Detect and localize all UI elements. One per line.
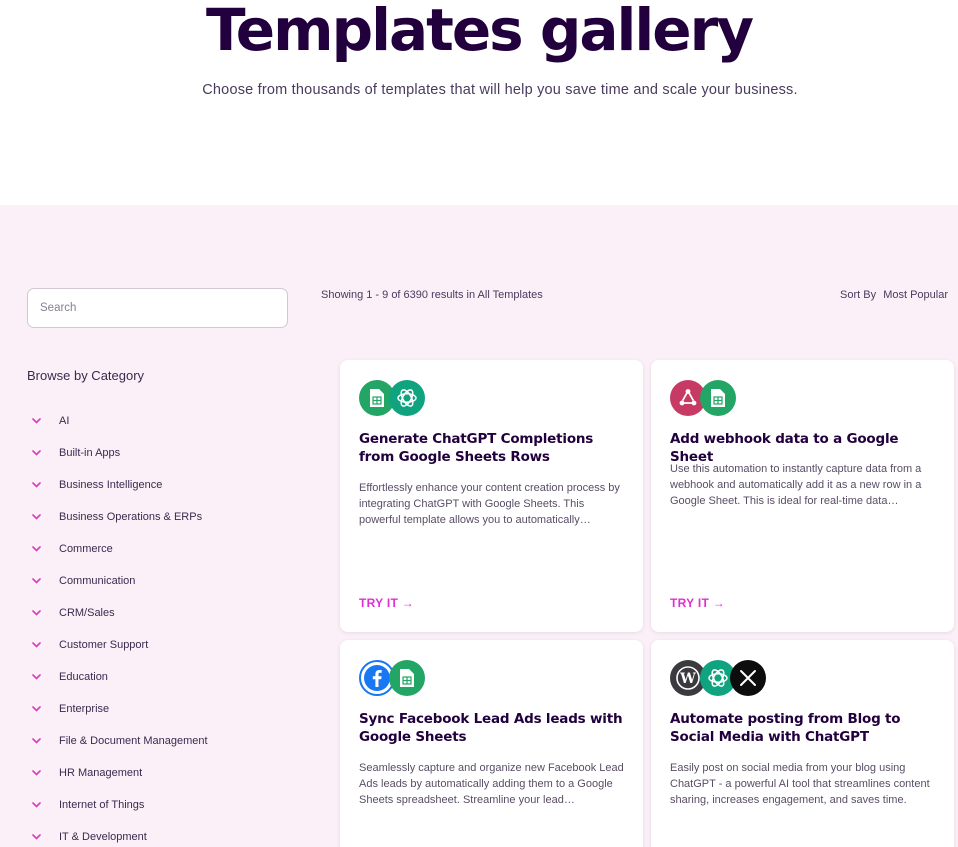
template-card[interactable]: W Automate posting from Blog to Social M…: [651, 640, 954, 847]
category-item-enterprise[interactable]: Enterprise: [27, 693, 208, 725]
category-label: CRM/Sales: [59, 607, 115, 619]
template-card[interactable]: Generate ChatGPT Completions from Google…: [340, 360, 643, 632]
template-card[interactable]: Sync Facebook Lead Ads leads with Google…: [340, 640, 643, 847]
card-title: Sync Facebook Lead Ads leads with Google…: [359, 711, 623, 745]
chevron-down-icon: [27, 674, 59, 680]
chevron-down-icon: [27, 706, 59, 712]
chevron-down-icon: [27, 802, 59, 808]
category-item-business-intelligence[interactable]: Business Intelligence: [27, 469, 208, 501]
svg-text:W: W: [679, 671, 696, 687]
category-item-education[interactable]: Education: [27, 661, 208, 693]
chevron-down-icon: [27, 610, 59, 616]
chevron-down-icon: [27, 578, 59, 584]
category-item-built-in-apps[interactable]: Built-in Apps: [27, 437, 208, 469]
category-label: Commerce: [59, 543, 113, 555]
results-count: Showing 1 - 9 of 6390 results in All Tem…: [321, 289, 543, 301]
category-label: HR Management: [59, 767, 143, 779]
page-subtitle: Choose from thousands of templates that …: [202, 82, 798, 98]
category-item-it-development[interactable]: IT & Development: [27, 821, 208, 847]
card-title: Generate ChatGPT Completions from Google…: [359, 431, 594, 465]
chevron-down-icon: [27, 546, 59, 552]
card-app-icons: [359, 380, 425, 416]
category-list: AI Built-in Apps Business Intelligence B…: [27, 405, 208, 847]
category-label: Communication: [59, 575, 136, 587]
card-description: Use this automation to instantly capture…: [670, 463, 922, 507]
chevron-down-icon: [27, 450, 59, 456]
category-item-file-document-management[interactable]: File & Document Management: [27, 725, 208, 757]
card-description: Effortlessly enhance your content creati…: [359, 482, 620, 526]
category-item-business-operations[interactable]: Business Operations & ERPs: [27, 501, 208, 533]
chevron-down-icon: [27, 482, 59, 488]
chevron-down-icon: [27, 514, 59, 520]
category-item-crm-sales[interactable]: CRM/Sales: [27, 597, 208, 629]
category-label: File & Document Management: [59, 735, 208, 747]
google-sheets-icon: [700, 380, 736, 416]
sort-value[interactable]: Most Popular: [883, 289, 948, 301]
hero-section: Templates gallery Choose from thousands …: [0, 0, 958, 205]
category-label: Internet of Things: [59, 799, 145, 811]
category-item-customer-support[interactable]: Customer Support: [27, 629, 208, 661]
chevron-down-icon: [27, 738, 59, 744]
category-item-ai[interactable]: AI: [27, 405, 208, 437]
chevron-down-icon: [27, 418, 59, 424]
category-item-commerce[interactable]: Commerce: [27, 533, 208, 565]
card-app-icons: [359, 660, 425, 696]
card-description: Seamlessly capture and organize new Face…: [359, 762, 624, 806]
sort-control[interactable]: Sort By Most Popular: [840, 289, 948, 301]
category-label: Business Operations & ERPs: [59, 511, 203, 523]
page-title: Templates gallery: [205, 0, 754, 64]
card-title: Automate posting from Blog to Social Med…: [670, 711, 901, 745]
chevron-down-icon: [27, 642, 59, 648]
search-input[interactable]: [27, 288, 288, 328]
card-description: Easily post on social media from your bl…: [670, 762, 930, 806]
browse-category-heading: Browse by Category: [27, 368, 145, 383]
category-item-internet-of-things[interactable]: Internet of Things: [27, 789, 208, 821]
category-label: AI: [59, 415, 70, 427]
sort-label: Sort By: [840, 289, 877, 301]
try-it-link[interactable]: TRY IT →: [359, 596, 414, 610]
category-label: Enterprise: [59, 703, 110, 715]
x-icon: [730, 660, 766, 696]
chevron-down-icon: [27, 770, 59, 776]
try-it-link[interactable]: TRY IT →: [670, 596, 725, 610]
category-label: Education: [59, 671, 108, 683]
template-card[interactable]: Add webhook data to a Google Sheet Use t…: [651, 360, 954, 632]
card-app-icons: W: [670, 660, 766, 696]
google-sheets-icon: [389, 660, 425, 696]
chatgpt-icon: [389, 380, 425, 416]
category-label: Business Intelligence: [59, 479, 163, 491]
category-item-hr-management[interactable]: HR Management: [27, 757, 208, 789]
gallery-main: Browse by Category AI Built-in Apps Busi…: [0, 205, 958, 847]
category-label: Customer Support: [59, 639, 149, 651]
category-label: IT & Development: [59, 831, 147, 843]
category-item-communication[interactable]: Communication: [27, 565, 208, 597]
chevron-down-icon: [27, 834, 59, 840]
card-app-icons: [670, 380, 736, 416]
category-label: Built-in Apps: [59, 447, 121, 459]
